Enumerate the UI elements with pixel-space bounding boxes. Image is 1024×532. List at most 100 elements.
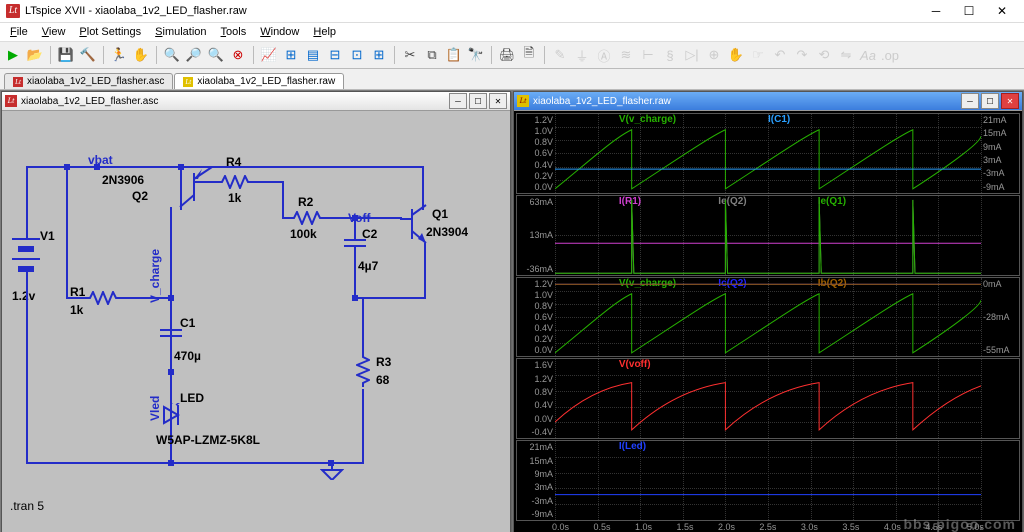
menu-simulation[interactable]: Simulation [149, 25, 212, 39]
child-max-button[interactable]: ☐ [981, 93, 999, 109]
save-icon[interactable]: 💾 [57, 46, 75, 64]
menu-plot-settings[interactable]: Plot Settings [73, 25, 147, 39]
plot-pane[interactable]: 1.6V1.2V0.8V0.4V0.0V-0.4VV(voff) [516, 358, 1020, 439]
r4-symbol [218, 175, 252, 189]
maximize-button[interactable]: ☐ [953, 1, 985, 21]
zoom-pan-icon[interactable]: 🔎 [185, 46, 203, 64]
run-icon[interactable]: 🏃 [110, 46, 128, 64]
plot-area[interactable]: 1.2V1.0V0.8V0.6V0.4V0.2V0.0VV(v_charge)I… [514, 111, 1022, 532]
rotate-icon[interactable]: ⟲ [815, 46, 833, 64]
toolbar-icon-a[interactable]: ⊟ [326, 46, 344, 64]
child-min-button[interactable]: ─ [961, 93, 979, 109]
x-tick: 4.0s [884, 522, 901, 532]
y-tick-right: 9mA [983, 142, 1002, 152]
move-icon[interactable]: ✋ [727, 46, 745, 64]
schematic-canvas[interactable]: vbat V_charge Vled Voff V1 1.2v 2N3906 Q… [2, 111, 510, 532]
drag-icon[interactable]: ☞ [749, 46, 767, 64]
raw-icon: Lt [517, 95, 529, 107]
y-tick: 1.2V [534, 374, 553, 384]
led-symbol [158, 403, 188, 433]
x-tick: 2.5s [759, 522, 776, 532]
y-tick: 1.0V [534, 290, 553, 300]
toolbar-icon-b[interactable]: ⊡ [348, 46, 366, 64]
waveform-title: xiaolaba_1v2_LED_flasher.raw [533, 96, 671, 107]
zoom-in-icon[interactable]: 🔍 [163, 46, 181, 64]
tab-raw[interactable]: Lt xiaolaba_1v2_LED_flasher.raw [174, 73, 344, 89]
r2-val: 100k [290, 227, 317, 241]
q2-name: Q2 [132, 189, 148, 203]
schematic-titlebar[interactable]: Lt xiaolaba_1v2_LED_flasher.asc ─ ☐ ✕ [2, 92, 510, 111]
find-icon[interactable]: 🔭 [467, 46, 485, 64]
y-tick: 0.6V [534, 312, 553, 322]
y-tick-right: 21mA [983, 115, 1007, 125]
y-tick: 0.0V [534, 345, 553, 355]
control-panel-icon[interactable]: 🔨 [79, 46, 97, 64]
y-tick-right: -3mA [983, 168, 1005, 178]
q1-symbol [400, 201, 440, 249]
child-max-button[interactable]: ☐ [469, 93, 487, 109]
inductor-icon[interactable]: § [661, 46, 679, 64]
x-tick: 3.0s [801, 522, 818, 532]
y-tick: 15mA [529, 456, 553, 466]
minimize-button[interactable]: ─ [920, 1, 952, 21]
r4-val: 1k [228, 191, 241, 205]
plot-pane[interactable]: 63mA13mA-36mAI(R1)Ie(Q2)Ie(Q1) [516, 195, 1020, 276]
plot-pane[interactable]: 1.2V1.0V0.8V0.6V0.4V0.2V0.0VV(v_charge)I… [516, 277, 1020, 358]
redo-icon[interactable]: ↷ [793, 46, 811, 64]
undo-icon[interactable]: ↶ [771, 46, 789, 64]
tile-icon[interactable]: ⊞ [282, 46, 300, 64]
ground-icon[interactable]: ⏚ [573, 46, 591, 64]
paste-icon[interactable]: 📋 [445, 46, 463, 64]
v1-val: 1.2v [12, 289, 35, 303]
draw-wire-icon[interactable]: ✎ [551, 46, 569, 64]
menu-view[interactable]: View [36, 25, 72, 39]
menu-help[interactable]: Help [307, 25, 342, 39]
print-icon[interactable]: 🖨 [498, 46, 516, 64]
close-button[interactable]: ✕ [986, 1, 1018, 21]
label-net-icon[interactable]: Ⓐ [595, 46, 613, 64]
x-tick: 0.0s [552, 522, 569, 532]
menu-tools[interactable]: Tools [215, 25, 253, 39]
waveform-titlebar[interactable]: Lt xiaolaba_1v2_LED_flasher.raw ─ ☐ ✕ [514, 92, 1022, 111]
plot-pane[interactable]: 21mA15mA9mA3mA-3mA-9mAI(Led) [516, 440, 1020, 521]
resistor-icon[interactable]: ≋ [617, 46, 635, 64]
y-tick-right: -9mA [983, 182, 1005, 192]
y-tick-right: -55mA [983, 345, 1010, 355]
tab-raw-label: xiaolaba_1v2_LED_flasher.raw [197, 76, 335, 87]
app-icon: Lt [6, 4, 20, 18]
child-close-button[interactable]: ✕ [1001, 93, 1019, 109]
cut-icon[interactable]: ✂ [401, 46, 419, 64]
plot-pane[interactable]: 1.2V1.0V0.8V0.6V0.4V0.2V0.0VV(v_charge)I… [516, 113, 1020, 194]
capacitor-icon[interactable]: ⊢ [639, 46, 657, 64]
spice-directive-icon[interactable]: .op [881, 46, 899, 64]
toolbar-icon-c[interactable]: ⊞ [370, 46, 388, 64]
r1-symbol [86, 291, 120, 305]
y-tick: 0.4V [534, 160, 553, 170]
toolbar: ▶ 📂 💾 🔨 🏃 ✋ 🔍 🔎 🔍 ⊗ 📈 ⊞ ▤ ⊟ ⊡ ⊞ ✂ ⧉ 📋 🔭 … [0, 42, 1024, 69]
menu-file[interactable]: File [4, 25, 34, 39]
autorange-icon[interactable]: 📈 [260, 46, 278, 64]
child-close-button[interactable]: ✕ [489, 93, 507, 109]
setup-icon[interactable]: 🗎 [520, 46, 538, 64]
x-tick: 2.0s [718, 522, 735, 532]
new-schematic-icon[interactable]: ▶ [4, 46, 22, 64]
zoom-out-icon[interactable]: 🔍 [207, 46, 225, 64]
open-icon[interactable]: 📂 [26, 46, 44, 64]
x-tick: 1.5s [676, 522, 693, 532]
y-tick: 1.2V [534, 279, 553, 289]
x-tick: 3.5s [842, 522, 859, 532]
child-min-button[interactable]: ─ [449, 93, 467, 109]
halt-icon[interactable]: ✋ [132, 46, 150, 64]
mirror-icon[interactable]: ⇋ [837, 46, 855, 64]
menu-window[interactable]: Window [254, 25, 305, 39]
y-tick: 0.8V [534, 137, 553, 147]
diode-icon[interactable]: ▷| [683, 46, 701, 64]
text-icon[interactable]: Aa [859, 46, 877, 64]
zoom-fit-icon[interactable]: ⊗ [229, 46, 247, 64]
raw-icon: Lt [183, 77, 193, 87]
component-icon[interactable]: ⊕ [705, 46, 723, 64]
q2-symbol [174, 163, 214, 211]
copy-icon[interactable]: ⧉ [423, 46, 441, 64]
cascade-icon[interactable]: ▤ [304, 46, 322, 64]
tab-asc[interactable]: Lt xiaolaba_1v2_LED_flasher.asc [4, 73, 173, 89]
